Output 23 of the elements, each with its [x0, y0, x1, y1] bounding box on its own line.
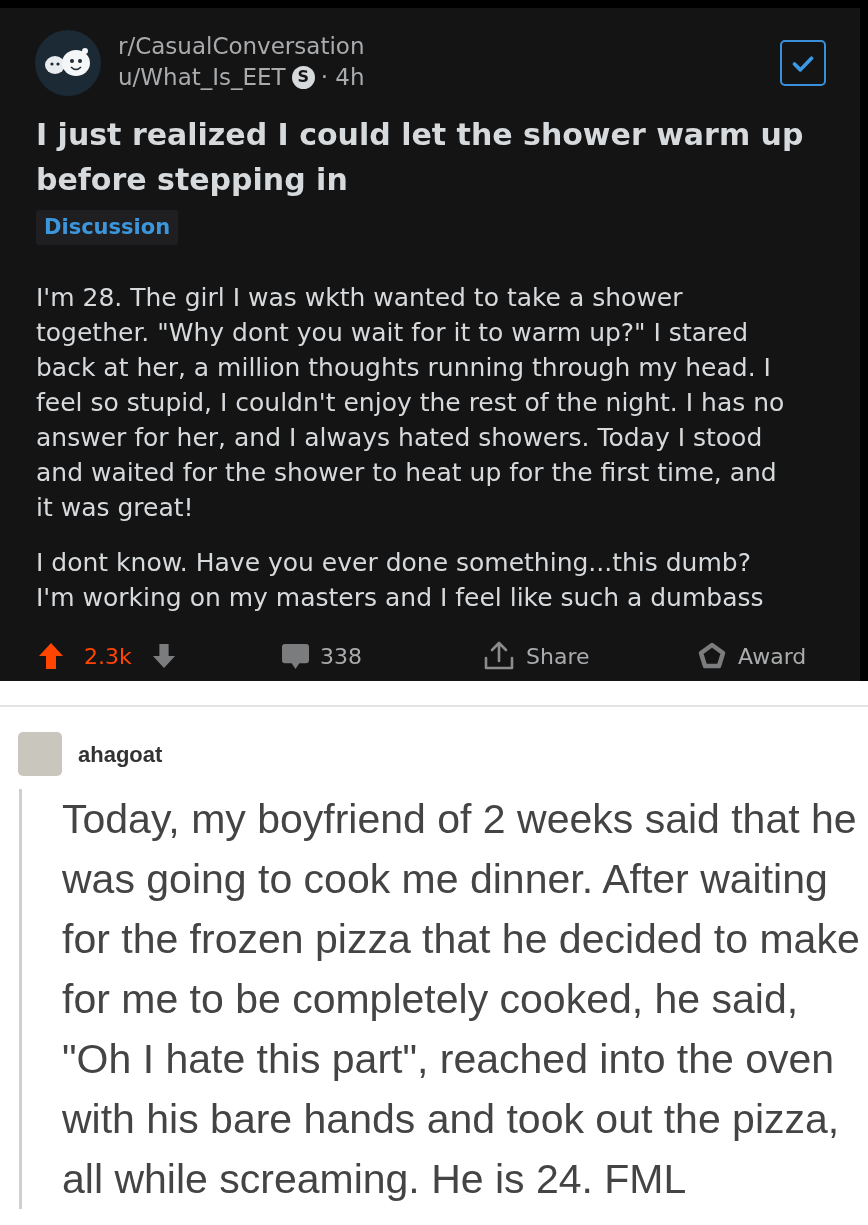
comment-count[interactable]: 338 [320, 639, 362, 673]
discussion-flair[interactable]: Discussion [36, 210, 179, 245]
post-body-paragraph: I'm 28. The girl I was wkth wanted to take a shower together. "Why dont you wait for it to warm up?" I stared back at her, a million thoughts running through my head. I feel so stupid, I couldn't enjoy the rest of the night. I has no answer for her, and I always hated showers. Today I stood and waited for the shower to heat up for the first time, and it was great! [36, 282, 786, 524]
check-icon [792, 54, 814, 72]
checkbox[interactable] [780, 40, 826, 86]
share-icon [483, 640, 515, 672]
post-body-paragraph: I dont know. Have you ever done something...this dumb? I'm working on my masters and I feel like such a dumbass [36, 547, 765, 614]
downvote-arrow-icon[interactable] [151, 643, 176, 669]
author-name[interactable]: u/What_Is_EET [118, 59, 286, 95]
vote-score: 2.3k [84, 642, 132, 671]
comment-bubble-icon[interactable] [281, 642, 310, 670]
user-badge: S [291, 65, 315, 89]
share-button[interactable]: Share [483, 639, 698, 673]
username[interactable]: ahagoat [78, 737, 163, 771]
post-title: I just realized I could let the shower warm up before stepping in [36, 116, 805, 199]
quote-text: Today, my boyfriend of 2 weeks said that he was going to cook me dinner. After waiting for the frozen pizza that he decided to make for me to be completely cooked, he said, "Oh I hate this part", reached into the oven with his bare hands and took out the pizza, all while screaming. He is 24. FML [62, 795, 861, 1204]
award-button[interactable]: Award [698, 639, 807, 673]
cartoon-faces-icon [35, 30, 101, 96]
post-time: · 4h [320, 62, 365, 92]
award-icon [698, 642, 726, 670]
upvote-arrow-icon[interactable] [38, 642, 64, 670]
avatar-placeholder [18, 732, 62, 776]
subreddit-name[interactable]: r/CasualConversation [118, 31, 365, 61]
